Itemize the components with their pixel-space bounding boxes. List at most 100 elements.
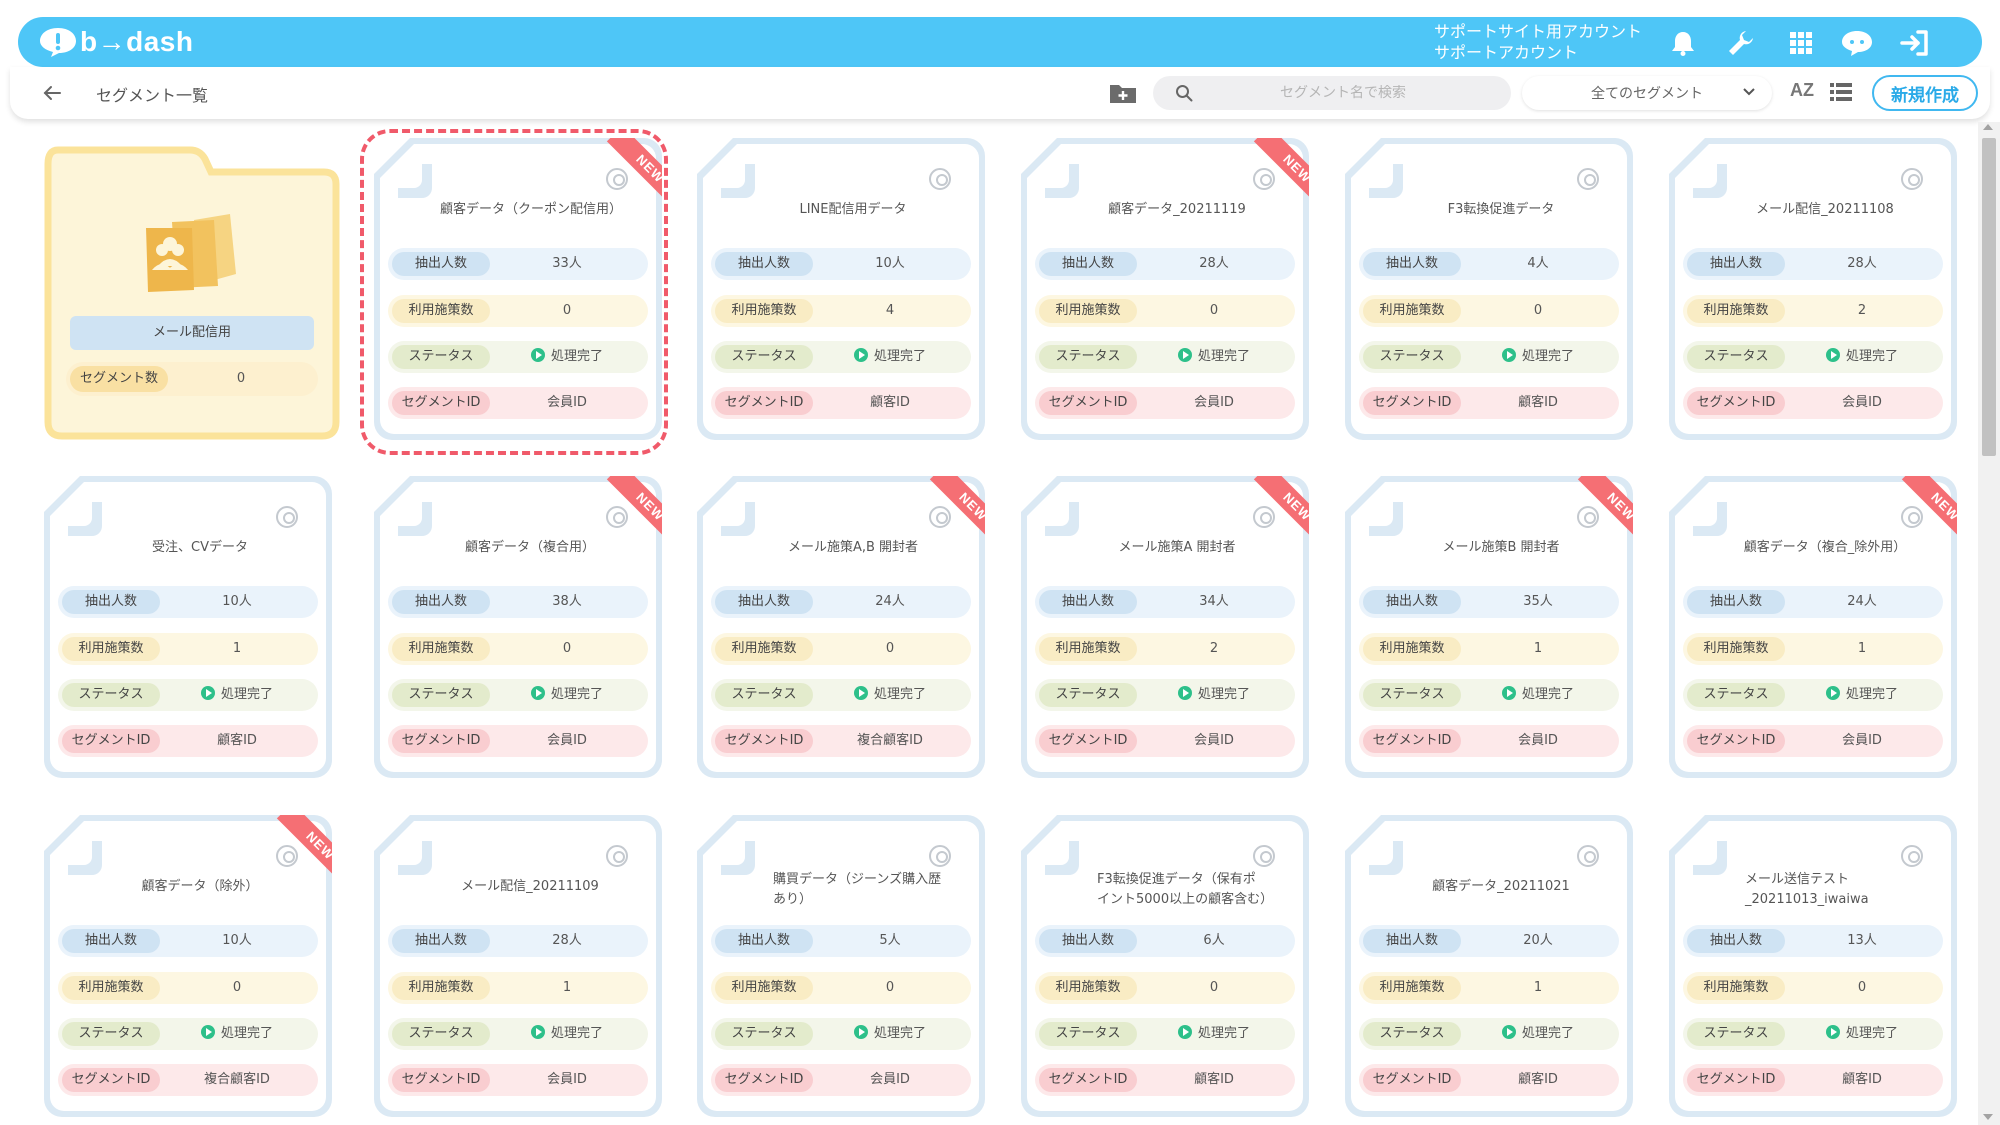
segment-card[interactable]: メール配信_20211108 抽出人数 28人 利用施策数 2 ステータス 処理完了 セグメン… (1669, 138, 1957, 440)
top-header: b→dash サポートサイト用アカウント サポートアカウント (18, 17, 1982, 67)
favorite-toggle-icon[interactable] (1901, 168, 1923, 190)
grid-icon[interactable] (1784, 26, 1818, 60)
segment-id-value: 会員ID (547, 733, 587, 748)
account-info[interactable]: サポートサイト用アカウント サポートアカウント (1434, 21, 1642, 63)
segment-card[interactable]: 購買データ（ジーンズ購入歴あり） 抽出人数 5人 利用施策数 0 ステータス 処理完了 セグメ… (697, 815, 985, 1117)
status-text: 処理完了 (1197, 349, 1250, 364)
support-icon[interactable] (1840, 26, 1874, 60)
folder-name: メール配信用 (70, 316, 314, 350)
segment-id-label: セグメントID (1363, 1068, 1461, 1092)
segment-card[interactable]: NEW 顧客データ_20211119 抽出人数 28人 利用施策数 0 ステータス 処理完了セ… (1021, 138, 1309, 440)
segment-card[interactable]: F3転換促進データ（保有ポイント5000以上の顧客含む） 抽出人数 6人 利用施策数 0… (1021, 815, 1309, 1117)
bell-icon[interactable] (1666, 26, 1700, 60)
segment-name: 顧客データ（複合_除外用） (1743, 540, 1907, 555)
segment-card[interactable]: NEW 顧客データ（除外） 抽出人数 10人 利用施策数 0 ステータス 処理完了 セグメントI… (44, 815, 332, 1117)
usage-count-label: 利用施策数 (715, 976, 813, 1000)
card-corner-fold (68, 841, 102, 875)
favorite-toggle-icon[interactable] (1577, 168, 1599, 190)
scrollbar-thumb[interactable] (1982, 138, 1996, 456)
extract-count-value: 13人 (1847, 933, 1877, 948)
segment-card[interactable]: 顧客データ_20211021 抽出人数 20人 利用施策数 1 ステータス 処理完了 セグメン… (1345, 815, 1633, 1117)
segment-id-row: セグメントID 顧客ID (1035, 1064, 1295, 1096)
list-view-icon[interactable] (1830, 82, 1852, 102)
status-complete-icon (530, 686, 545, 700)
status-label: ステータス (1039, 345, 1137, 369)
scroll-down-arrow-icon[interactable] (1983, 1114, 1993, 1120)
usage-count-value: 0 (1857, 980, 1867, 995)
status-label: ステータス (62, 1022, 160, 1046)
segment-card[interactable]: NEW 顧客データ（複合_除外用） 抽出人数 24人 利用施策数 1 ステータス 処理完了 セグ… (1669, 476, 1957, 778)
status-row: ステータス 処理完了 (1359, 679, 1619, 711)
segment-id-value: 会員ID (1194, 733, 1234, 748)
segment-id-value: 会員ID (1842, 395, 1882, 410)
segment-card[interactable]: 受注、CVデータ 抽出人数 10人 利用施策数 1 ステータス 処理完了 セグメントID 顧客I… (44, 476, 332, 778)
wrench-icon[interactable] (1724, 26, 1758, 60)
segment-card[interactable]: NEW メール施策A,B 開封者 抽出人数 24人 利用施策数 0 ステータス 処理完了 セグメ… (697, 476, 985, 778)
favorite-toggle-icon[interactable] (1901, 845, 1923, 867)
status-complete-icon (1177, 686, 1192, 700)
segment-count-label: セグメント数 (70, 366, 168, 392)
segment-id-row: セグメントID 顧客ID (58, 725, 318, 757)
status-label: ステータス (392, 683, 490, 707)
status-complete-icon (200, 1025, 215, 1039)
back-arrow-icon[interactable] (40, 81, 64, 105)
favorite-toggle-icon[interactable] (929, 845, 951, 867)
extract-count-row: 抽出人数 6人 (1035, 925, 1295, 957)
segment-name: 顧客データ_20211021 (1432, 879, 1570, 894)
status-row: ステータス 処理完了 (388, 679, 648, 711)
status-complete-icon (1501, 1025, 1516, 1039)
usage-count-label: 利用施策数 (1687, 976, 1785, 1000)
segment-name: 顧客データ（除外） (141, 879, 259, 894)
segment-id-row: セグメントID 会員ID (1683, 725, 1943, 757)
segment-name: LINE配信用データ (799, 202, 907, 217)
account-site-name: サポートサイト用アカウント (1434, 22, 1643, 41)
extract-count-label: 抽出人数 (1687, 590, 1785, 614)
favorite-toggle-icon[interactable] (929, 168, 951, 190)
favorite-toggle-icon[interactable] (1577, 845, 1599, 867)
segment-card[interactable]: LINE配信用データ 抽出人数 10人 利用施策数 4 ステータス 処理完了 セグメントID 顧… (697, 138, 985, 440)
sort-az-button[interactable]: AZ (1790, 80, 1814, 101)
card-corner-fold (1693, 841, 1727, 875)
segment-card[interactable]: メール配信_20211109 抽出人数 28人 利用施策数 1 ステータス 処理完了 セグメン… (374, 815, 662, 1117)
folder-card[interactable]: メール配信用 セグメント数 0 (44, 146, 340, 440)
status-label: ステータス (1363, 683, 1461, 707)
status-value: 処理完了 (1137, 345, 1291, 369)
brand-logo[interactable]: b→dash (38, 25, 193, 59)
favorite-toggle-icon[interactable] (1253, 845, 1275, 867)
usage-count-value: 0 (232, 980, 242, 995)
extract-count-row: 抽出人数 34人 (1035, 586, 1295, 618)
segment-id-label: セグメントID (1687, 729, 1785, 753)
status-complete-icon (853, 348, 868, 362)
extract-count-label: 抽出人数 (715, 929, 813, 953)
extract-count-label: 抽出人数 (62, 590, 160, 614)
usage-count-row: 利用施策数 0 (388, 633, 648, 665)
extract-count-value: 35人 (1523, 594, 1553, 609)
extract-count-label: 抽出人数 (715, 590, 813, 614)
favorite-toggle-icon[interactable] (276, 506, 298, 528)
status-complete-icon (1825, 686, 1840, 700)
segment-filter-select[interactable]: 全てのセグメント (1522, 76, 1772, 110)
scroll-up-arrow-icon[interactable] (1983, 124, 1993, 130)
add-folder-icon[interactable] (1108, 79, 1138, 107)
extract-count-label: 抽出人数 (715, 252, 813, 276)
segment-card[interactable]: NEW 顧客データ（複合用） 抽出人数 38人 利用施策数 0 ステータス 処理完了 セグメント… (374, 476, 662, 778)
status-label: ステータス (62, 683, 160, 707)
logout-icon[interactable] (1898, 26, 1932, 60)
favorite-toggle-icon[interactable] (606, 845, 628, 867)
segment-card[interactable]: NEW メール施策A 開封者 抽出人数 34人 利用施策数 2 ステータス 処理完了 セグメント… (1021, 476, 1309, 778)
card-corner-fold (721, 841, 755, 875)
usage-count-value: 1 (1533, 980, 1543, 995)
segment-card[interactable]: NEW メール施策B 開封者 抽出人数 35人 利用施策数 1 ステータス 処理完了 セグメント… (1345, 476, 1633, 778)
usage-count-label: 利用施策数 (1039, 637, 1137, 661)
card-corner-fold (1369, 502, 1403, 536)
segment-id-label: セグメントID (1363, 391, 1461, 415)
segment-card[interactable]: F3転換促進データ 抽出人数 4人 利用施策数 0 ステータス 処理完了 セグメントID 顧客I… (1345, 138, 1633, 440)
extract-count-value: 10人 (222, 933, 252, 948)
segment-card[interactable]: メール送信テスト_20211013_iwaiwa 抽出人数 13人 利用施策数 0 ステー… (1669, 815, 1957, 1117)
status-text: 処理完了 (1845, 349, 1898, 364)
search-input[interactable] (1193, 85, 1493, 101)
create-new-button[interactable]: 新規作成 (1872, 75, 1978, 111)
status-label: ステータス (1687, 1022, 1785, 1046)
status-row: ステータス 処理完了 (711, 679, 971, 711)
usage-count-row: 利用施策数 0 (711, 972, 971, 1004)
